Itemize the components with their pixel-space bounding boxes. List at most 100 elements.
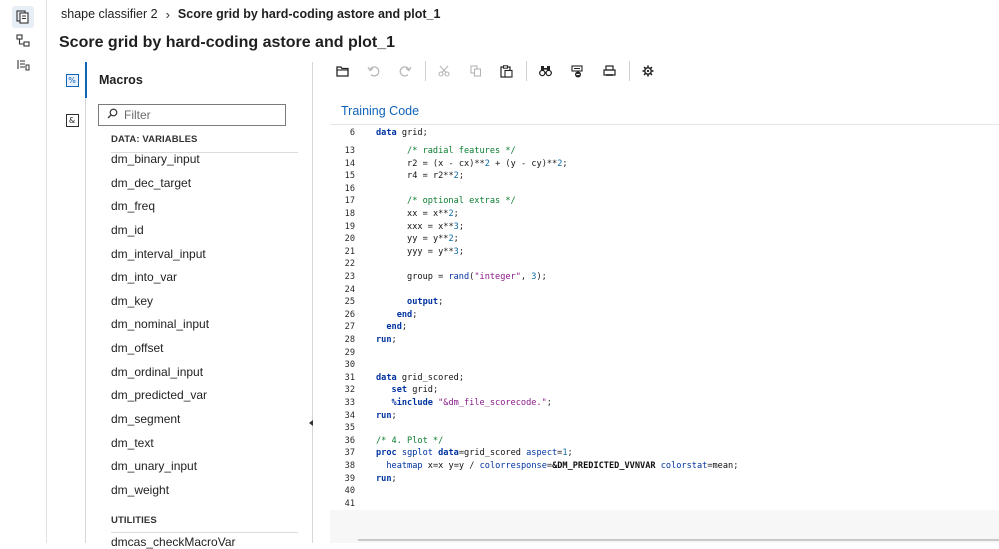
code-text: group = rand("integer", 3); bbox=[407, 272, 547, 282]
line-number: 33 bbox=[344, 398, 355, 408]
code-text: output; bbox=[407, 297, 444, 308]
page-title: Score grid by hard-coding astore and plo… bbox=[59, 34, 396, 51]
list-item[interactable]: dm_id bbox=[111, 219, 209, 243]
list-item[interactable]: dm_binary_input bbox=[111, 148, 209, 172]
line-number: 35 bbox=[344, 423, 355, 434]
list-item[interactable]: dm_weight bbox=[111, 479, 209, 503]
line-number: 16 bbox=[344, 183, 355, 194]
macro-variable-list: dm_binary_input dm_dec_target dm_freq dm_id… bbox=[111, 148, 209, 502]
code-text: data grid; bbox=[376, 128, 428, 138]
code-text: run; bbox=[376, 410, 397, 421]
breadcrumb: shape classifier 2 › Score grid by hard-… bbox=[61, 6, 440, 22]
line-number: 19 bbox=[344, 221, 355, 232]
list-item[interactable]: dm_offset bbox=[111, 337, 209, 361]
sas-program-icon[interactable] bbox=[12, 6, 34, 28]
line-number: 13 bbox=[344, 146, 355, 156]
code-text: r2 = (x - cx)**2 + (y - cy)**2; bbox=[407, 158, 568, 169]
list-item[interactable]: dm_into_var bbox=[111, 266, 209, 290]
clear-icon[interactable] bbox=[568, 62, 586, 80]
cut-icon[interactable] bbox=[435, 62, 453, 80]
code-text: %include "&dm_file_scorecode."; bbox=[391, 398, 552, 408]
breadcrumb-separator: › bbox=[165, 6, 170, 22]
line-number: 27 bbox=[344, 322, 355, 333]
code-text: yyy = y**3; bbox=[407, 246, 465, 257]
line-number: 36 bbox=[344, 435, 355, 446]
line-number: 26 bbox=[344, 309, 355, 320]
open-icon[interactable] bbox=[333, 62, 351, 80]
redo-icon[interactable] bbox=[396, 62, 414, 80]
line-number: 17 bbox=[344, 196, 355, 207]
node-list-icon[interactable] bbox=[12, 54, 34, 76]
side-tab-bar: % & bbox=[59, 62, 87, 543]
section-header-utilities: UTILITIES bbox=[111, 515, 157, 526]
toolbar-divider bbox=[526, 61, 527, 81]
code-text: /* 4. Plot */ bbox=[376, 435, 444, 446]
list-item[interactable]: dm_dec_target bbox=[111, 172, 209, 196]
line-number: 38 bbox=[344, 461, 355, 471]
list-item[interactable]: dmcas_checkMacroVar bbox=[111, 535, 236, 549]
line-number: 6 bbox=[349, 128, 355, 138]
line-number: 32 bbox=[344, 385, 355, 396]
list-item[interactable]: dm_key bbox=[111, 290, 209, 314]
line-number: 22 bbox=[344, 259, 355, 270]
code-text: /* optional extras */ bbox=[376, 196, 516, 207]
line-number: 18 bbox=[344, 209, 355, 219]
macros-tab-icon: % bbox=[65, 73, 79, 87]
line-number: 25 bbox=[344, 297, 355, 308]
line-number: 23 bbox=[344, 272, 355, 282]
line-number: 37 bbox=[344, 448, 355, 459]
code-text: heatmap x=x y=y / colorresponse=&DM_PRED… bbox=[386, 461, 739, 471]
line-number: 14 bbox=[344, 158, 355, 169]
list-item[interactable]: dm_segment bbox=[111, 408, 209, 432]
line-number: 15 bbox=[344, 171, 355, 182]
line-number: 28 bbox=[344, 335, 355, 345]
list-item[interactable]: dm_freq bbox=[111, 195, 209, 219]
panel-title: Macros bbox=[99, 73, 143, 87]
list-item[interactable]: dm_text bbox=[111, 432, 209, 456]
code-text: run; bbox=[376, 335, 397, 345]
horizontal-scrollbar[interactable] bbox=[358, 539, 999, 541]
pipeline-icon[interactable] bbox=[12, 30, 34, 52]
line-number: 20 bbox=[344, 234, 355, 245]
toolbar-divider bbox=[629, 61, 630, 81]
tab-macro-variables[interactable]: & bbox=[59, 102, 85, 138]
macros-panel: Macros DATA: VARIABLES dm_binary_inputdm… bbox=[86, 62, 313, 549]
undo-icon[interactable] bbox=[364, 62, 382, 80]
section-header-data-variables: DATA: VARIABLES bbox=[111, 134, 198, 145]
print-icon[interactable] bbox=[600, 62, 618, 80]
macro-variables-tab-icon: & bbox=[65, 113, 79, 127]
line-number: 40 bbox=[344, 486, 355, 497]
code-text: xx = x**2; bbox=[407, 209, 459, 219]
code-editor[interactable]: 6 data grid; 13 /* radial features */ 14 r2… bbox=[330, 124, 999, 511]
list-item[interactable]: dm_nominal_input bbox=[111, 313, 209, 337]
tab-macros[interactable]: % bbox=[59, 62, 87, 98]
settings-icon[interactable] bbox=[639, 62, 657, 80]
line-number: 39 bbox=[344, 473, 355, 484]
list-item[interactable]: dm_unary_input bbox=[111, 455, 209, 479]
code-text: /* radial features */ bbox=[376, 146, 516, 156]
code-text: data grid_scored; bbox=[376, 372, 464, 383]
list-item[interactable]: dm_predicted_var bbox=[111, 384, 209, 408]
line-number: 34 bbox=[344, 410, 355, 421]
list-item[interactable]: dm_ordinal_input bbox=[111, 361, 209, 385]
search-icon bbox=[107, 106, 118, 124]
filter-box[interactable] bbox=[98, 104, 286, 126]
code-text: proc sgplot data=grid_scored aspect=1; bbox=[376, 448, 573, 459]
code-text: run; bbox=[376, 473, 397, 484]
copy-icon[interactable] bbox=[467, 62, 485, 80]
line-number: 21 bbox=[344, 246, 355, 257]
divider bbox=[111, 532, 298, 533]
list-item[interactable]: dm_interval_input bbox=[111, 243, 209, 267]
code-text: end; bbox=[386, 322, 408, 333]
collapse-panel-icon[interactable] bbox=[309, 420, 313, 426]
breadcrumb-parent-link[interactable]: shape classifier 2 bbox=[61, 7, 158, 21]
find-icon[interactable] bbox=[536, 62, 554, 80]
filter-input[interactable] bbox=[124, 108, 274, 122]
paste-icon[interactable] bbox=[497, 62, 515, 80]
tab-training-code[interactable]: Training Code bbox=[341, 104, 419, 118]
code-text: set grid; bbox=[391, 385, 439, 396]
line-number: 30 bbox=[344, 360, 355, 371]
line-number: 31 bbox=[344, 372, 355, 383]
code-text: r4 = r2**2; bbox=[407, 171, 465, 182]
line-number: 24 bbox=[344, 284, 355, 295]
